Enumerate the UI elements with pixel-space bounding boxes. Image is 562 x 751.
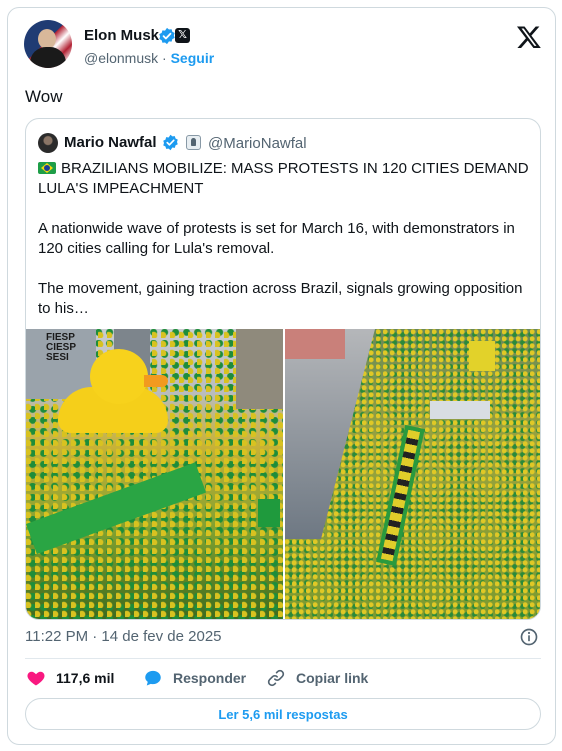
x-affiliate-icon: 𝕏 <box>175 28 190 43</box>
reply-button[interactable]: Responder <box>143 667 246 689</box>
quoted-author-handle: @MarioNawfal <box>208 135 307 152</box>
read-replies-button[interactable]: Ler 5,6 mil respostas <box>25 698 541 730</box>
quoted-paragraph-1: A nationwide wave of protests is set for… <box>38 220 515 257</box>
verified-badge-icon <box>163 134 178 151</box>
building <box>285 329 375 539</box>
chat-bubble-icon <box>145 670 161 686</box>
long-banner <box>376 424 425 567</box>
copy-link-button[interactable]: Copiar link <box>266 667 368 689</box>
tweet-text: Wow <box>25 87 63 106</box>
quoted-headline: BRAZILIANS MOBILIZE: MASS PROTESTS IN 12… <box>38 160 529 197</box>
like-count: 117,6 mil <box>56 670 115 686</box>
quoted-headline-paragraph: BRAZILIANS MOBILIZE: MASS PROTESTS IN 12… <box>38 159 532 199</box>
author-handle[interactable]: @elonmusk <box>84 50 158 66</box>
author-avatar[interactable] <box>24 20 72 68</box>
link-icon <box>267 669 285 687</box>
green-banner <box>26 462 207 555</box>
author-name[interactable]: Elon Musk <box>84 27 159 44</box>
truck <box>430 401 490 419</box>
flag <box>258 499 280 527</box>
building <box>236 329 283 409</box>
follow-button[interactable]: Seguir <box>171 50 215 66</box>
quoted-author-avatar[interactable] <box>38 133 58 153</box>
x-logo-icon[interactable] <box>516 24 542 50</box>
like-button[interactable]: 117,6 mil <box>26 667 114 689</box>
inflatable-duck-beak <box>144 375 168 387</box>
brazil-flag-icon <box>38 162 56 174</box>
author-handle-row: @elonmusk · Seguir <box>84 50 214 66</box>
handle-separator: · <box>162 50 167 66</box>
building-roof <box>285 329 345 359</box>
quoted-media: FIESP CIESP SESI <box>26 329 540 619</box>
quoted-author-name[interactable]: Mario Nawfal <box>64 134 157 151</box>
protest-photo-right[interactable] <box>285 329 540 619</box>
avatar-head <box>38 29 56 49</box>
flag <box>469 341 495 371</box>
verified-badge-icon <box>159 27 175 45</box>
building-sign-text: FIESP CIESP SESI <box>46 332 77 363</box>
info-icon[interactable] <box>519 627 539 647</box>
heart-icon <box>27 671 45 686</box>
tweet-card: Elon Musk 𝕏 @elonmusk · Seguir Wow Mario… <box>7 7 556 745</box>
quoted-tweet[interactable]: Mario Nawfal @MarioNawfal BRAZILIANS MOB… <box>25 118 541 620</box>
quoted-paragraph-2: The movement, gaining traction across Br… <box>38 280 523 317</box>
quoted-text: BRAZILIANS MOBILIZE: MASS PROTESTS IN 12… <box>38 159 532 319</box>
protest-photo-left[interactable]: FIESP CIESP SESI <box>26 329 283 619</box>
copy-link-label: Copiar link <box>296 670 369 686</box>
reply-label: Responder <box>173 670 247 686</box>
tweet-timestamp[interactable]: 11:22 PM · 14 de fev de 2025 <box>25 628 222 645</box>
inflatable-duck-head <box>90 349 148 404</box>
avatar-body <box>30 47 66 68</box>
affiliate-badge-icon <box>186 135 201 150</box>
divider <box>25 658 541 659</box>
